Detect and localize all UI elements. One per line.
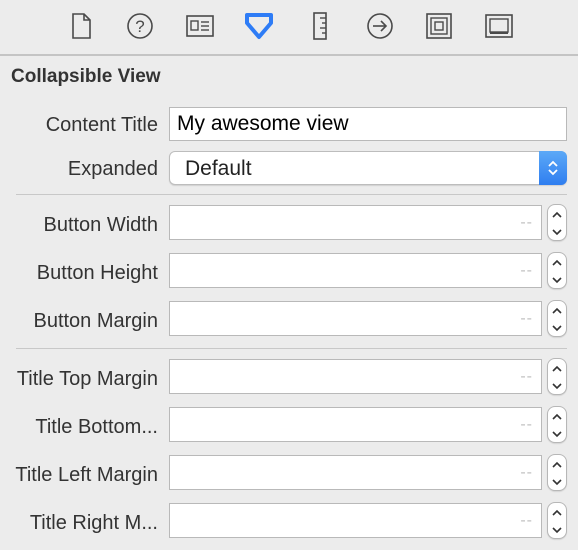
stepper-up-icon[interactable] — [548, 456, 566, 473]
field-placeholder: -- — [520, 416, 533, 433]
field-placeholder: -- — [520, 464, 533, 481]
bindings-icon[interactable] — [424, 11, 454, 41]
stepper-up-icon[interactable] — [548, 408, 566, 425]
title-top-margin-label: Title Top Margin — [16, 368, 158, 390]
title-top-margin-field[interactable]: -- — [169, 359, 542, 394]
title-bottom-margin-label: Title Bottom... — [35, 416, 158, 438]
file-icon[interactable] — [66, 11, 96, 41]
field-placeholder: -- — [520, 512, 533, 529]
field-placeholder: -- — [520, 214, 533, 231]
divider — [16, 348, 567, 349]
expanded-select-value: Default — [185, 157, 252, 180]
field-placeholder: -- — [520, 368, 533, 385]
button-height-field[interactable]: -- — [169, 253, 542, 288]
connections-arrow-icon[interactable] — [365, 11, 395, 41]
title-top-margin-stepper[interactable] — [547, 358, 567, 395]
content-title-label: Content Title — [45, 114, 158, 136]
inspector-toolbar: ? — [0, 0, 578, 56]
stepper-down-icon[interactable] — [548, 319, 566, 336]
stepper-up-icon[interactable] — [548, 302, 566, 319]
expanded-select[interactable]: Default — [169, 151, 567, 185]
button-margin-label: Button Margin — [33, 310, 158, 332]
field-placeholder: -- — [520, 310, 533, 327]
help-icon[interactable]: ? — [125, 11, 155, 41]
title-bottom-margin-stepper[interactable] — [547, 406, 567, 443]
title-left-margin-stepper[interactable] — [547, 454, 567, 491]
select-chevron-icon[interactable] — [539, 151, 567, 185]
field-placeholder: -- — [520, 262, 533, 279]
expanded-label: Expanded — [67, 158, 158, 180]
button-margin-field[interactable]: -- — [169, 301, 542, 336]
divider — [16, 194, 567, 195]
title-left-margin-label: Title Left Margin — [15, 464, 158, 486]
content-title-input[interactable] — [169, 107, 567, 141]
stepper-up-icon[interactable] — [548, 504, 566, 521]
stepper-down-icon[interactable] — [548, 377, 566, 394]
button-width-field[interactable]: -- — [169, 205, 542, 240]
title-right-margin-label: Title Right M... — [29, 512, 158, 534]
view-effects-icon[interactable] — [484, 11, 514, 41]
identity-icon[interactable] — [185, 11, 215, 41]
stepper-down-icon[interactable] — [548, 521, 566, 538]
title-right-margin-stepper[interactable] — [547, 502, 567, 539]
section-title: Collapsible View — [11, 66, 161, 87]
stepper-down-icon[interactable] — [548, 425, 566, 442]
stepper-down-icon[interactable] — [548, 223, 566, 240]
stepper-down-icon[interactable] — [548, 271, 566, 288]
attributes-icon[interactable] — [244, 11, 274, 41]
button-width-stepper[interactable] — [547, 204, 567, 241]
title-bottom-margin-field[interactable]: -- — [169, 407, 542, 442]
size-ruler-icon[interactable] — [305, 11, 335, 41]
button-height-stepper[interactable] — [547, 252, 567, 289]
button-height-label: Button Height — [36, 262, 158, 284]
button-margin-stepper[interactable] — [547, 300, 567, 337]
stepper-up-icon[interactable] — [548, 206, 566, 223]
stepper-up-icon[interactable] — [548, 254, 566, 271]
title-right-margin-field[interactable]: -- — [169, 503, 542, 538]
stepper-down-icon[interactable] — [548, 473, 566, 490]
stepper-up-icon[interactable] — [548, 360, 566, 377]
svg-text:?: ? — [135, 17, 144, 36]
button-width-label: Button Width — [43, 214, 158, 236]
title-left-margin-field[interactable]: -- — [169, 455, 542, 490]
